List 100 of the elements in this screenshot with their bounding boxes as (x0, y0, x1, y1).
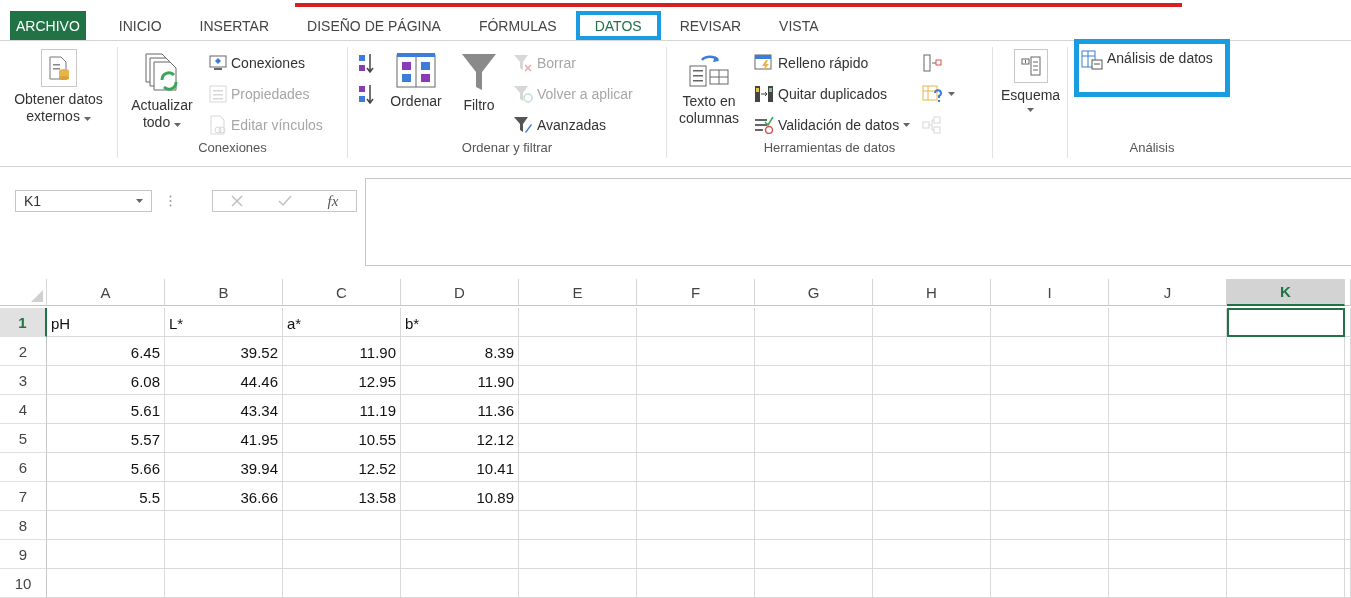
row-header[interactable]: 1 (0, 308, 47, 337)
sort-ascending-icon (357, 51, 375, 74)
connections-icon (209, 54, 227, 71)
ribbon-button[interactable]: Ordenar (384, 51, 448, 110)
column-header[interactable]: C (283, 279, 401, 306)
caret-icon (174, 122, 182, 127)
table-cell: 13.58 (283, 482, 401, 511)
column-header[interactable]: K (1227, 279, 1345, 306)
formula-input[interactable] (365, 178, 1351, 266)
table-cell: 5.57 (47, 424, 165, 453)
table-cell: 8.39 (401, 337, 519, 366)
clear-filter-icon (513, 53, 533, 72)
properties-icon (209, 84, 227, 103)
row-header[interactable]: 9 (0, 540, 47, 569)
consolidate-icon (922, 53, 943, 72)
reapply-filter-icon (513, 84, 533, 103)
ribbon-button[interactable]: Quitar duplicados (751, 78, 914, 109)
row-header[interactable]: 2 (0, 337, 47, 366)
group-label: Análisis (1129, 140, 1175, 157)
ribbon-tab[interactable]: DATOS (575, 11, 661, 40)
check-icon[interactable] (278, 195, 293, 207)
sort-grid-icon (396, 52, 436, 88)
row-header[interactable]: 5 (0, 424, 47, 453)
caret-icon (83, 116, 91, 121)
select-all-icon[interactable] (31, 290, 43, 302)
table-cell: L* (165, 308, 283, 337)
advanced-filter-icon (513, 115, 533, 134)
ribbon-button[interactable]: Validación de datos (751, 109, 914, 140)
column-header[interactable]: F (637, 279, 755, 306)
table-cell: 5.5 (47, 482, 165, 511)
insert-function-button[interactable]: fx (327, 192, 339, 210)
row-header[interactable]: 4 (0, 395, 47, 424)
column-header[interactable]: D (401, 279, 519, 306)
ribbon-tab[interactable]: REVISAR (660, 11, 761, 40)
table-cell: 41.95 (165, 424, 283, 453)
sort-descending-icon (357, 82, 375, 105)
outline-icon (1019, 55, 1042, 77)
name-box[interactable]: K1 (15, 190, 152, 212)
ribbon-tab[interactable]: DISEÑO DE PÁGINA (288, 11, 460, 40)
table-cell: 11.90 (283, 337, 401, 366)
ribbon-button[interactable]: Actualizar todo (124, 51, 200, 131)
column-header[interactable]: H (873, 279, 991, 306)
remove-duplicates-icon (754, 84, 774, 103)
column-header[interactable]: I (991, 279, 1109, 306)
table-cell: 11.90 (401, 366, 519, 395)
row-header[interactable]: 7 (0, 482, 47, 511)
cancel-icon[interactable] (230, 195, 243, 207)
table-cell: 11.36 (401, 395, 519, 424)
ribbon-tab[interactable]: VISTA (760, 11, 838, 40)
data-analysis-icon (1081, 50, 1103, 70)
column-header[interactable]: A (47, 279, 165, 306)
table-cell: pH (47, 308, 165, 337)
grip-icon (169, 195, 172, 207)
table-cell: 12.95 (283, 366, 401, 395)
group-label: Ordenar y filtrar (461, 140, 553, 157)
row-header[interactable]: 3 (0, 366, 47, 395)
table-cell: 12.52 (283, 453, 401, 482)
ribbon-button[interactable]: Conexiones (206, 47, 326, 78)
funnel-icon (460, 52, 498, 92)
column-header[interactable]: G (755, 279, 873, 306)
table-cell: 5.61 (47, 395, 165, 424)
table-cell: 43.34 (165, 395, 283, 424)
what-if-icon (922, 84, 945, 103)
ribbon-button[interactable]: Filtro (454, 51, 504, 114)
table-cell: 6.08 (47, 366, 165, 395)
ribbon-button[interactable]: Relleno rápido (751, 47, 914, 78)
ribbon-button[interactable]: Texto en columnas (673, 51, 745, 127)
ribbon-tab[interactable]: INSERTAR (180, 11, 289, 40)
table-cell: 10.89 (401, 482, 519, 511)
active-cell[interactable] (1227, 308, 1345, 337)
ribbon-tab[interactable]: INICIO (99, 11, 181, 40)
row-header[interactable]: 10 (0, 569, 47, 598)
ribbon-button[interactable]: Esquema (999, 49, 1063, 112)
database-document-icon (46, 55, 71, 81)
caret-icon (948, 91, 956, 96)
column-header[interactable]: B (165, 279, 283, 306)
header-background (1345, 279, 1351, 306)
row-header[interactable]: 6 (0, 453, 47, 482)
table-cell: 39.94 (165, 453, 283, 482)
table-cell: 44.46 (165, 366, 283, 395)
caret-icon (136, 199, 143, 203)
table-cell: 10.55 (283, 424, 401, 453)
table-cell: 39.52 (165, 337, 283, 366)
table-cell: 10.41 (401, 453, 519, 482)
table-cell: b* (401, 308, 519, 337)
group-label: Conexiones (198, 140, 267, 157)
ribbon-tab[interactable]: FÓRMULAS (459, 11, 576, 40)
ribbon-button[interactable]: Avanzadas (510, 109, 636, 140)
table-cell: a* (283, 308, 401, 337)
data-validation-icon (754, 115, 774, 134)
table-cell: 6.45 (47, 337, 165, 366)
column-header[interactable]: E (519, 279, 637, 306)
ribbon-button[interactable]: Análisis de datos (1074, 39, 1230, 97)
row-header[interactable]: 8 (0, 511, 47, 540)
ribbon-button[interactable]: Obtener datos externos (6, 49, 111, 125)
table-cell: 5.66 (47, 453, 165, 482)
caret-icon (1027, 107, 1035, 112)
table-cell: 36.66 (165, 482, 283, 511)
file-tab[interactable]: ARCHIVO (10, 11, 86, 40)
flash-fill-icon (754, 53, 774, 72)
